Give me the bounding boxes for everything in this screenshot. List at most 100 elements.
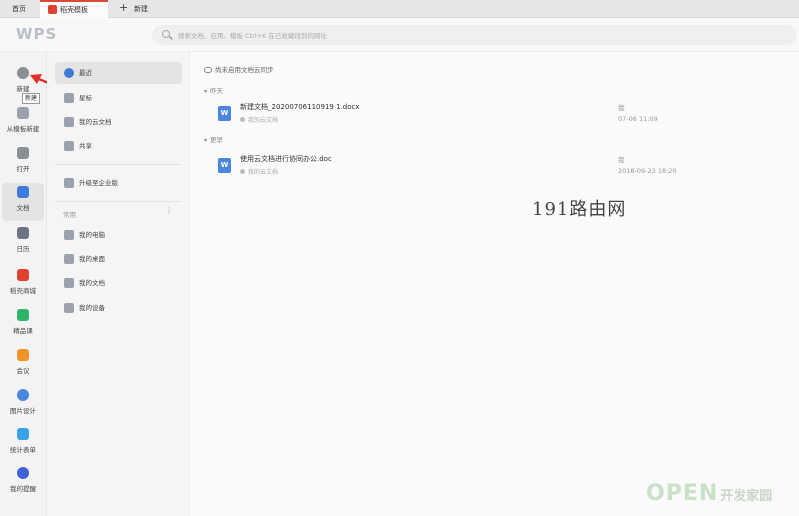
file-time: 2018-09-23 18:20 bbox=[618, 167, 677, 175]
main-content: 尚未启用文档云同步 ▾ 昨天 W 新建文档_20200706110919 1.do… bbox=[190, 52, 799, 516]
cloud-hint-text: 尚未启用文档云同步 bbox=[215, 66, 274, 74]
cloud-icon bbox=[64, 117, 74, 127]
group-header[interactable]: ▾ 昨天 bbox=[204, 85, 223, 95]
file-location: 我的云文档 bbox=[240, 115, 278, 124]
common-section-title: 常用 bbox=[63, 211, 76, 219]
upgrade-enterprise-button[interactable]: 升级至企业版 bbox=[55, 172, 182, 194]
header: WPS 搜索文档、应用、模板 Ctrl+K 在已收藏找到的网址 bbox=[0, 18, 799, 52]
site-watermark: 191路由网 bbox=[532, 199, 627, 220]
rail-label: 文档 bbox=[16, 204, 30, 212]
file-row[interactable]: W 新建文档_20200706110919 1.docx 我的云文档 我 07-… bbox=[210, 100, 790, 130]
tab-home[interactable]: 首页 bbox=[0, 0, 38, 18]
rail-label: 从模板新建 bbox=[6, 125, 40, 133]
rail-meeting[interactable]: 会议 bbox=[2, 346, 44, 384]
folder-icon bbox=[17, 147, 29, 159]
chevron-down-icon: ▾ bbox=[204, 88, 208, 95]
rail-calendar[interactable]: 日历 bbox=[2, 224, 44, 262]
rail-reminders[interactable]: 我的提醒 bbox=[2, 464, 44, 502]
sidebar-item-my-documents[interactable]: 我的文档 bbox=[55, 272, 182, 294]
group-title: 更早 bbox=[210, 136, 224, 144]
upgrade-icon bbox=[64, 178, 74, 188]
form-icon bbox=[17, 428, 29, 440]
search-icon bbox=[162, 30, 170, 38]
file-name: 使用云文档进行协同办公.doc bbox=[240, 155, 332, 163]
rail-forms[interactable]: 统计表单 bbox=[2, 425, 44, 463]
file-location: 我的云文档 bbox=[240, 167, 278, 176]
sidebar-item-label: 我的设备 bbox=[79, 304, 105, 312]
word-doc-icon: W bbox=[218, 158, 231, 173]
docer-icon bbox=[17, 269, 29, 281]
file-location-text: 我的云文档 bbox=[248, 117, 279, 124]
rail-label: 稻壳商城 bbox=[10, 287, 36, 295]
rail-image-design[interactable]: 图片设计 bbox=[2, 386, 44, 424]
rail-label: 精品课 bbox=[13, 327, 33, 335]
sidebar-item-shared[interactable]: 共享 bbox=[55, 135, 182, 157]
sidebar-item-my-computer[interactable]: 我的电脑 bbox=[55, 224, 182, 246]
group-header[interactable]: ▾ 更早 bbox=[204, 134, 223, 144]
calendar-icon bbox=[17, 227, 29, 239]
share-icon bbox=[64, 141, 74, 151]
file-time: 07-06 11:09 bbox=[618, 115, 658, 123]
rail-from-template[interactable]: 从模板新建 bbox=[2, 104, 44, 142]
meeting-icon bbox=[17, 349, 29, 361]
search-input[interactable]: 搜索文档、应用、模板 Ctrl+K 在已收藏找到的网址 bbox=[178, 30, 327, 40]
rail-label: 日历 bbox=[16, 245, 30, 253]
clock-icon bbox=[64, 68, 74, 78]
divider bbox=[55, 164, 182, 165]
search-bar[interactable]: 搜索文档、应用、模板 Ctrl+K 在已收藏找到的网址 bbox=[152, 25, 796, 45]
wps-logo: WPS bbox=[16, 25, 58, 43]
computer-icon bbox=[64, 230, 74, 240]
cloud-sync-hint[interactable]: 尚未启用文档云同步 bbox=[204, 64, 274, 74]
brand-watermark-text: OPEN bbox=[646, 481, 719, 506]
rail-label: 统计表单 bbox=[10, 446, 36, 454]
rail-label: 图片设计 bbox=[10, 407, 36, 415]
plus-icon: + bbox=[119, 1, 129, 14]
file-owner: 我 bbox=[618, 156, 625, 164]
desktop-icon bbox=[64, 254, 74, 264]
device-icon bbox=[64, 303, 74, 313]
star-icon bbox=[64, 93, 74, 103]
word-doc-icon: W bbox=[218, 106, 231, 121]
file-row[interactable]: W 使用云文档进行协同办公.doc 我的云文档 我 2018-09-23 18:… bbox=[210, 152, 790, 182]
rail-documents[interactable]: 文档 bbox=[2, 183, 44, 221]
template-icon bbox=[17, 107, 29, 119]
tab-bar: 首页 稻壳模板 + 新建 bbox=[0, 0, 799, 18]
rail-courses[interactable]: 精品课 bbox=[2, 306, 44, 344]
rail-label: 我的提醒 bbox=[10, 485, 36, 493]
cloud-sync-icon bbox=[204, 67, 212, 73]
document-icon bbox=[17, 186, 29, 198]
reminder-icon bbox=[17, 467, 29, 479]
rail-open[interactable]: 打开 bbox=[2, 144, 44, 182]
sidebar-item-label: 共享 bbox=[79, 142, 92, 150]
cloud-dot-icon bbox=[240, 169, 245, 174]
upgrade-label: 升级至企业版 bbox=[79, 179, 118, 187]
file-name: 新建文档_20200706110919 1.docx bbox=[240, 103, 360, 111]
sidebar-item-label: 我的云文档 bbox=[79, 118, 112, 126]
image-design-icon bbox=[17, 389, 29, 401]
rail-docer-store[interactable]: 稻壳商城 bbox=[2, 266, 44, 304]
cloud-dot-icon bbox=[240, 117, 245, 122]
tab-docer-template[interactable]: 稻壳模板 bbox=[40, 0, 108, 18]
group-title: 昨天 bbox=[210, 87, 224, 95]
sidebar-item-my-devices[interactable]: 我的设备 bbox=[55, 297, 182, 319]
rail-label: 会议 bbox=[16, 367, 30, 375]
sidebar: 最近 星标 我的云文档 共享 升级至企业版 常用 ⋮ 我的电脑 我的桌面 我的文… bbox=[47, 52, 190, 516]
sidebar-item-label: 最近 bbox=[79, 69, 92, 77]
sidebar-item-starred[interactable]: 星标 bbox=[55, 87, 182, 109]
tab-template-label: 稻壳模板 bbox=[60, 6, 88, 14]
sidebar-item-label: 星标 bbox=[79, 94, 92, 102]
sidebar-item-my-desktop[interactable]: 我的桌面 bbox=[55, 248, 182, 270]
sidebar-item-label: 我的文档 bbox=[79, 279, 105, 287]
rail-label: 打开 bbox=[16, 165, 30, 173]
sidebar-item-cloud-docs[interactable]: 我的云文档 bbox=[55, 111, 182, 133]
tab-new-button[interactable]: + 新建 bbox=[117, 0, 167, 18]
chevron-down-icon: ▾ bbox=[204, 137, 208, 144]
graduation-cap-icon bbox=[17, 309, 29, 321]
more-options-icon[interactable]: ⋮ bbox=[165, 206, 173, 215]
docer-icon bbox=[48, 5, 57, 14]
tab-new-label: 新建 bbox=[134, 5, 148, 13]
brand-watermark-cn: 开发家园 bbox=[720, 489, 773, 504]
sidebar-item-recent[interactable]: 最近 bbox=[55, 62, 182, 84]
divider bbox=[55, 201, 182, 202]
my-documents-icon bbox=[64, 278, 74, 288]
